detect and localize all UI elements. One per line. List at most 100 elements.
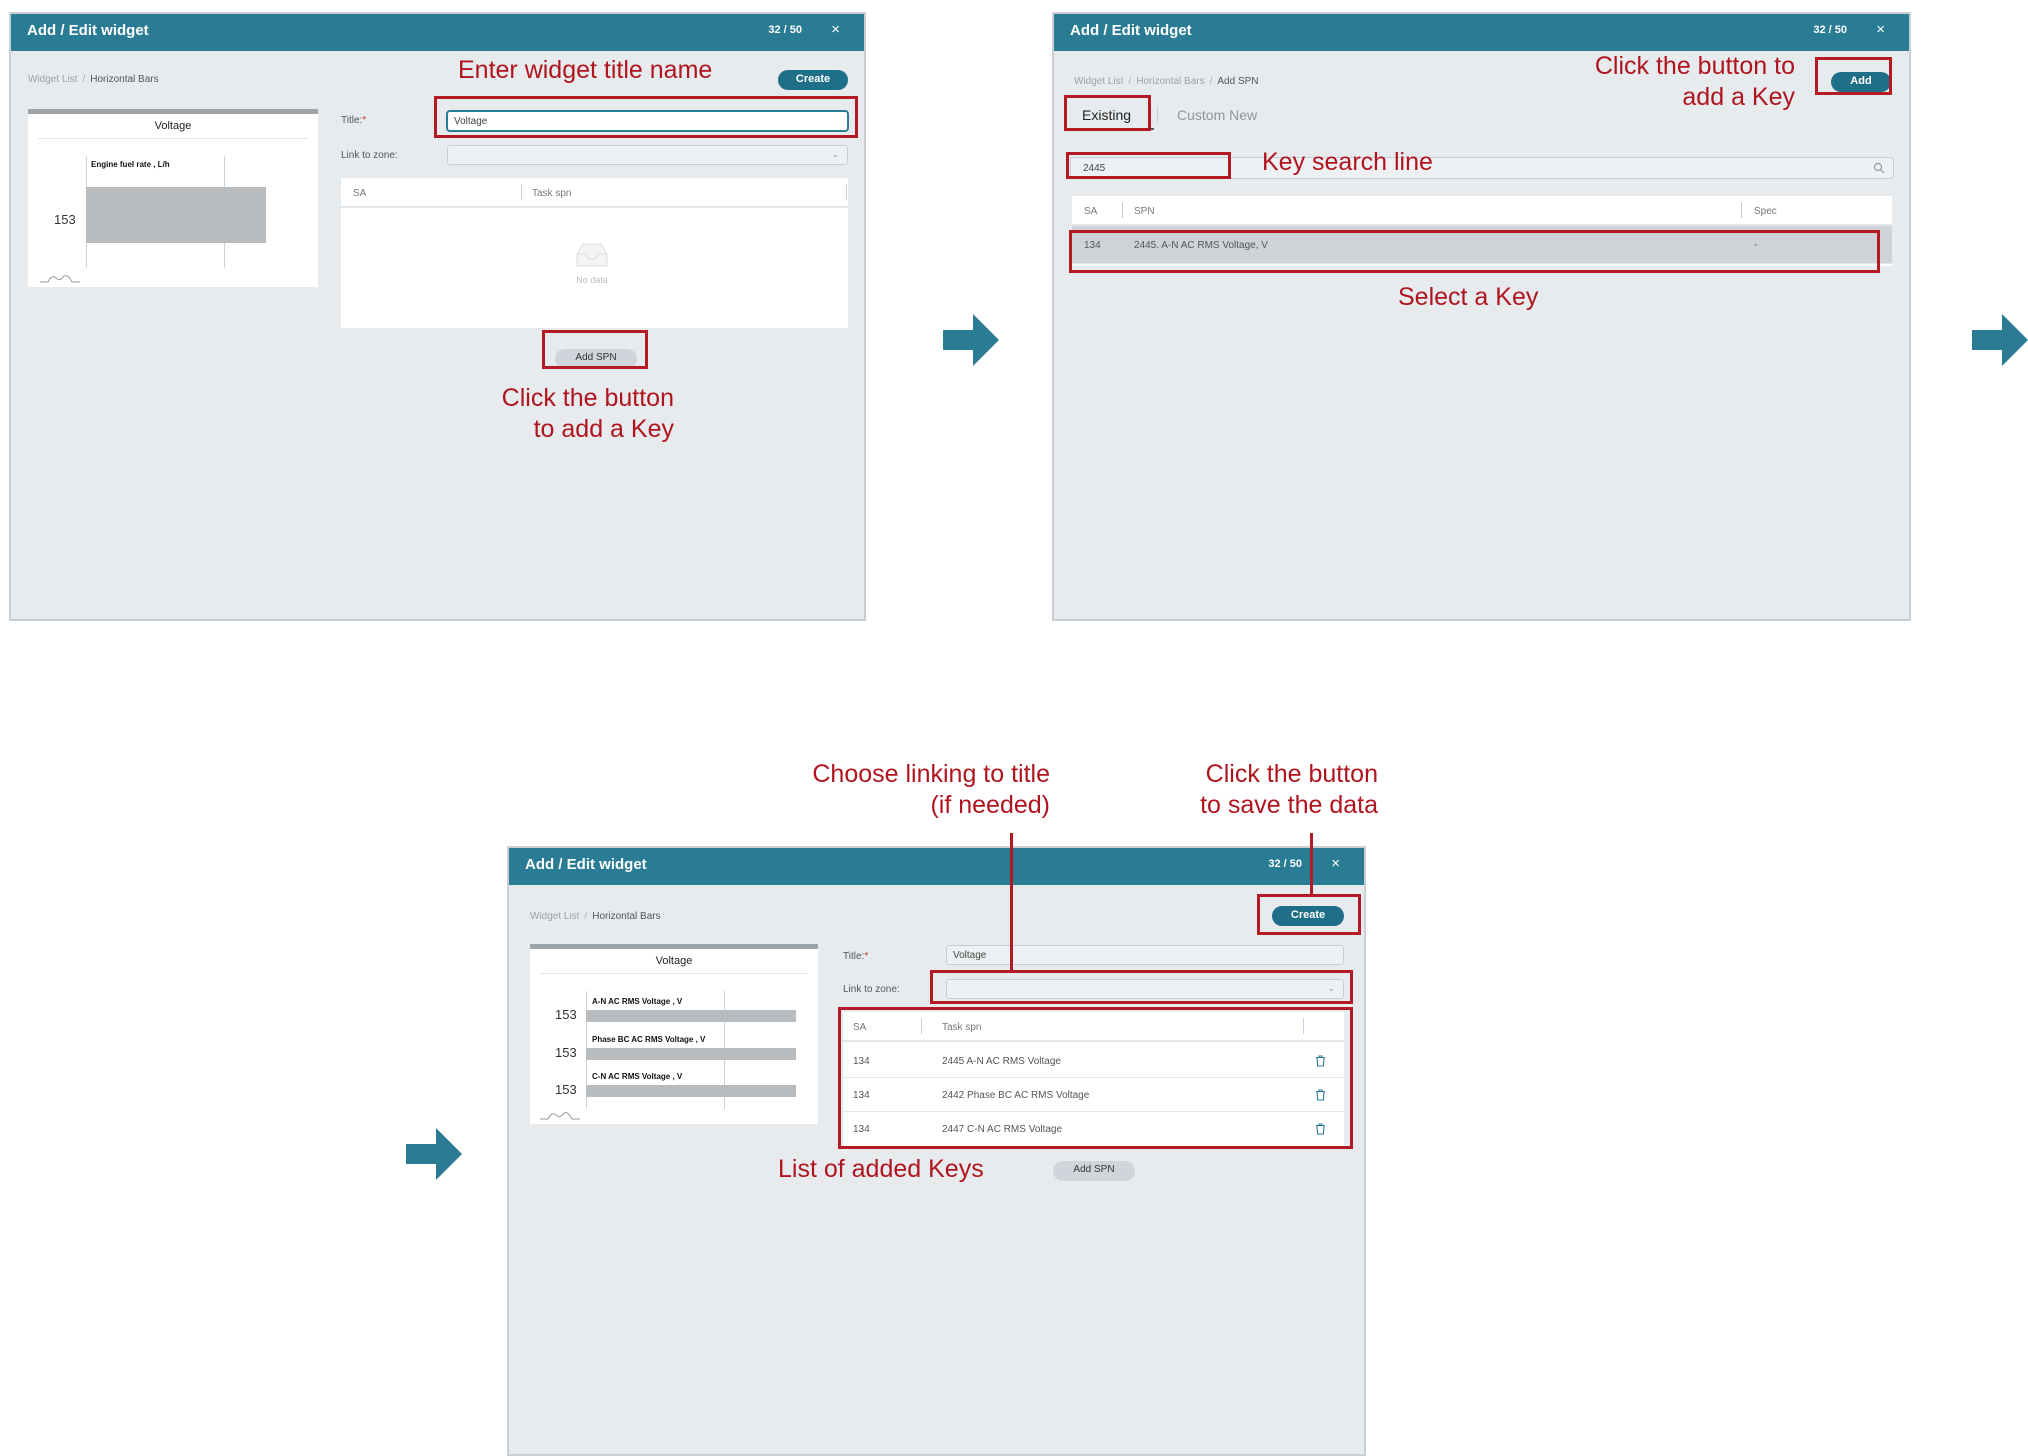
window-header: Add / Edit widget 32 / 50 × [11, 14, 864, 51]
row-sa: 134 [853, 1090, 870, 1101]
close-icon[interactable]: × [1876, 21, 1885, 38]
col-task-spn: Task spn [532, 188, 572, 199]
window-title: Add / Edit widget [27, 22, 149, 39]
trash-icon[interactable] [1315, 1055, 1326, 1067]
trash-icon[interactable] [1315, 1123, 1326, 1135]
chevron-down-icon: ⌄ [1327, 983, 1335, 993]
annotation-link-zone: Choose linking to title (if needed) [812, 760, 1050, 819]
close-icon[interactable]: × [1331, 855, 1340, 872]
tab-custom-new[interactable]: Custom New [1177, 107, 1257, 123]
preview-divider [38, 138, 308, 139]
table-header: SA Task spn [843, 1012, 1344, 1042]
link-to-zone-select[interactable]: ⌄ [946, 979, 1344, 999]
col-spn: SPN [1134, 206, 1155, 217]
connector-line-link [1010, 833, 1013, 973]
create-button[interactable]: Create [1272, 906, 1344, 926]
preview-title: Voltage [154, 120, 192, 132]
breadcrumb-add-spn: Add SPN [1217, 76, 1259, 87]
add-button[interactable]: Add [1831, 72, 1891, 92]
annotation-add-key-2: Click the button to add a Key [1594, 52, 1795, 111]
link-to-zone-select[interactable]: ⌄ [447, 145, 848, 165]
annotation-save: Click the button to save the data [1200, 760, 1378, 819]
col-divider [1303, 1018, 1304, 1034]
row-spn: 2445. A-N AC RMS Voltage, V [1134, 240, 1268, 251]
row-task-spn: 2445 A-N AC RMS Voltage [942, 1056, 1061, 1067]
col-divider [1741, 202, 1742, 218]
row-spec: - [1754, 240, 1758, 251]
annotation-enter-title: Enter widget title name [458, 56, 713, 84]
table-header: SA Task spn [341, 178, 848, 208]
preview-bar [86, 187, 266, 243]
breadcrumb-horizontal-bars: Horizontal Bars [592, 911, 661, 922]
preview-series-label: Phase BC AC RMS Voltage , V [592, 1035, 706, 1044]
create-button[interactable]: Create [778, 70, 848, 90]
preview-title: Voltage [655, 955, 693, 967]
preview-bar [586, 1010, 796, 1022]
col-spec: Spec [1754, 206, 1777, 217]
search-value: 2445 [1083, 163, 1106, 174]
preview-divider [540, 973, 808, 974]
widget-preview: Voltage A-N AC RMS Voltage , V 153 Phase… [530, 944, 818, 1124]
window-header: Add / Edit widget 32 / 50 × [509, 848, 1364, 885]
add-spn-button[interactable]: Add SPN [555, 349, 637, 369]
add-spn-button[interactable]: Add SPN [1053, 1161, 1135, 1181]
preview-series-label: C-N AC RMS Voltage , V [592, 1072, 683, 1081]
connector-line-save [1310, 833, 1313, 895]
breadcrumb-horizontal-bars[interactable]: Horizontal Bars [1136, 76, 1204, 87]
table-row[interactable]: 134 2445. A-N AC RMS Voltage, V - [1072, 226, 1892, 264]
window-title: Add / Edit widget [525, 856, 647, 873]
row-task-spn: 2447 C-N AC RMS Voltage [942, 1124, 1063, 1135]
widget-counter: 32 / 50 [1268, 858, 1302, 870]
sparkline-icon [540, 1112, 580, 1120]
table-row: 134 2442 Phase BC AC RMS Voltage [843, 1078, 1344, 1112]
col-sa: SA [1084, 206, 1098, 217]
preview-bar [586, 1085, 796, 1097]
window-title: Add / Edit widget [1070, 22, 1192, 39]
row-sa: 134 [1084, 240, 1101, 251]
breadcrumb-horizontal-bars: Horizontal Bars [90, 74, 159, 85]
search-icon [1873, 162, 1885, 174]
close-icon[interactable]: × [831, 21, 840, 38]
trash-icon[interactable] [1315, 1089, 1326, 1101]
preview-value: 153 [555, 1007, 577, 1022]
col-sa: SA [853, 1022, 867, 1033]
preview-value: 153 [54, 212, 76, 227]
preview-value: 153 [555, 1045, 577, 1060]
widget-counter: 32 / 50 [768, 24, 802, 36]
title-input[interactable]: Voltage [447, 111, 848, 131]
arrow-right-icon [1972, 314, 2028, 366]
arrow-right-icon [943, 314, 999, 366]
window-header: Add / Edit widget 32 / 50 × [1054, 14, 1909, 51]
tab-existing[interactable]: Existing [1082, 107, 1131, 123]
spn-search-input[interactable]: 2445 [1070, 157, 1894, 179]
col-divider-end [846, 184, 847, 200]
title-input[interactable]: Voltage [946, 945, 1344, 965]
breadcrumb-widget-list[interactable]: Widget List [530, 911, 579, 922]
row-task-spn: 2442 Phase BC AC RMS Voltage [942, 1090, 1090, 1101]
chevron-down-icon: ⌄ [831, 149, 839, 159]
breadcrumb-widget-list[interactable]: Widget List [1074, 76, 1123, 87]
link-to-zone-label: Link to zone: [341, 150, 398, 161]
table-row: 134 2447 C-N AC RMS Voltage [843, 1112, 1344, 1146]
preview-value: 153 [555, 1082, 577, 1097]
breadcrumb: Widget List / Horizontal Bars [28, 74, 159, 85]
link-to-zone-label: Link to zone: [843, 984, 900, 995]
annotation-add-key: Click the button to add a Key [501, 384, 674, 443]
panel-1-window: Add / Edit widget 32 / 50 × Widget List /… [9, 12, 866, 621]
tab-existing-underline [1074, 128, 1154, 130]
col-divider [1122, 202, 1123, 218]
table-header: SA SPN Spec [1072, 196, 1892, 226]
preview-bar [586, 1048, 796, 1060]
col-task-spn: Task spn [942, 1022, 982, 1033]
panel-3-window: Add / Edit widget 32 / 50 × Widget List /… [507, 846, 1366, 1456]
spn-results-table: SA SPN Spec 134 2445. A-N AC RMS Voltage… [1072, 196, 1892, 266]
annotation-select-key: Select a Key [1398, 283, 1539, 311]
spn-table: SA Task spn No data [341, 178, 848, 328]
row-sa: 134 [853, 1056, 870, 1067]
sparkline-icon [40, 275, 80, 283]
breadcrumb-widget-list[interactable]: Widget List [28, 74, 77, 85]
title-label: Title:* [843, 951, 869, 962]
breadcrumb: Widget List / Horizontal Bars / Add SPN [1074, 76, 1259, 87]
title-label: Title:* [341, 115, 367, 126]
preview-series-label: A-N AC RMS Voltage , V [592, 997, 683, 1006]
